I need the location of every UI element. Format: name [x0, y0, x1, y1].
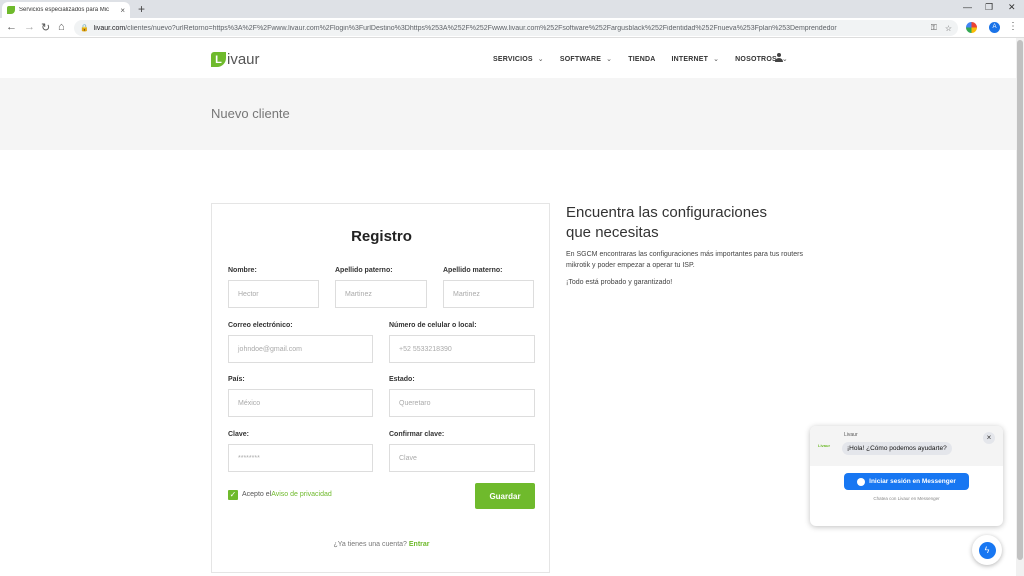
- chat-footer: Chatea con Livaur en Messenger: [873, 496, 940, 501]
- back-arrow-icon[interactable]: ←: [6, 21, 17, 33]
- tab-title: Servicios especializados para Mic: [19, 7, 110, 13]
- password-field[interactable]: ********: [228, 444, 373, 472]
- nav-internet[interactable]: INTERNET ⌄: [671, 55, 720, 64]
- apellido-paterno-label: Apellido paterno:: [335, 267, 393, 274]
- country-field[interactable]: México: [228, 389, 373, 417]
- clave-label: Clave:: [228, 431, 250, 438]
- celular-label: Número de celular o local:: [389, 322, 477, 329]
- login-prompt: ¿Ya tienes una cuenta? Entrar: [333, 541, 430, 548]
- browser-tab[interactable]: Servicios especializados para Mic ×: [2, 2, 130, 18]
- extension-icon[interactable]: [966, 22, 977, 33]
- messenger-login-button[interactable]: Iniciar sesión en Messenger: [844, 473, 969, 490]
- page-banner: Nuevo cliente: [0, 78, 1016, 150]
- registration-form: Registro Nombre: Hector Apellido paterno…: [211, 203, 550, 573]
- privacy-checkbox[interactable]: ✓: [228, 490, 238, 500]
- pais-label: País:: [228, 376, 245, 383]
- nav-tienda[interactable]: TIENDA: [628, 55, 655, 63]
- messenger-icon: ϟ: [978, 541, 996, 559]
- save-button[interactable]: Guardar: [475, 483, 535, 509]
- chat-page-name: Livaur: [844, 432, 858, 438]
- site-header: L ivaur SERVICIOS ⌄ SOFTWARE ⌄ TIENDA INTE…: [0, 38, 1016, 78]
- key-icon[interactable]: ⚿: [931, 23, 937, 33]
- privacy-link[interactable]: Aviso de privacidad: [271, 491, 332, 498]
- window-close-icon[interactable]: ✕: [1008, 2, 1016, 13]
- nombre-label: Nombre:: [228, 267, 257, 274]
- chat-header: Livaur Livaur ¡Hola! ¿Cómo podemos ayuda…: [810, 426, 1003, 466]
- info-title: Encuentra las configuraciones que necesi…: [566, 204, 767, 241]
- nav-software[interactable]: SOFTWARE ⌄: [560, 55, 613, 64]
- correo-label: Correo electrónico:: [228, 322, 293, 329]
- chat-greeting: ¡Hola! ¿Cómo podemos ayudarte?: [842, 442, 952, 455]
- login-link[interactable]: Entrar: [409, 541, 430, 548]
- browser-toolbar: ← → ↻ ⌂ 🔒 livaur.com/clientes/nuevo?urlR…: [0, 18, 1024, 38]
- profile-avatar[interactable]: A: [989, 22, 1000, 33]
- reload-icon[interactable]: ↻: [41, 21, 50, 34]
- confirm-password-field[interactable]: Clave: [389, 444, 535, 472]
- apellido-materno-label: Apellido materno:: [443, 267, 503, 274]
- page-scrollbar[interactable]: [1016, 38, 1024, 576]
- browser-tab-bar: Servicios especializados para Mic × + — …: [0, 0, 1024, 18]
- form-title: Registro: [351, 228, 412, 245]
- chevron-down-icon: ⌄: [537, 56, 544, 63]
- scrollbar-thumb[interactable]: [1017, 40, 1023, 560]
- page-title: Nuevo cliente: [211, 106, 290, 121]
- tab-close-icon[interactable]: ×: [120, 6, 125, 15]
- apellido-materno-input[interactable]: Martinez: [443, 280, 534, 308]
- site-favicon-icon: [7, 6, 15, 14]
- main-nav: SERVICIOS ⌄ SOFTWARE ⌄ TIENDA INTERNET ⌄ NO…: [493, 55, 804, 64]
- chevron-down-icon: ⌄: [606, 56, 613, 63]
- apellido-paterno-input[interactable]: Martinez: [335, 280, 427, 308]
- chat-close-icon[interactable]: ×: [983, 432, 995, 444]
- nav-servicios[interactable]: SERVICIOS ⌄: [493, 55, 544, 64]
- estado-label: Estado:: [389, 376, 415, 383]
- state-field[interactable]: Queretaro: [389, 389, 535, 417]
- browser-menu-icon[interactable]: ⋮: [1008, 21, 1018, 32]
- bookmark-star-icon[interactable]: ☆: [945, 24, 952, 33]
- new-tab-button[interactable]: +: [138, 2, 145, 16]
- chat-page-avatar: Livaur: [818, 443, 831, 448]
- home-icon[interactable]: ⌂: [58, 21, 65, 33]
- minimize-icon[interactable]: —: [963, 2, 972, 12]
- checkmark-icon: ✓: [229, 490, 237, 499]
- nombre-input[interactable]: Hector: [228, 280, 319, 308]
- url-text: livaur.com/clientes/nuevo?urlRetorno=htt…: [93, 24, 837, 32]
- chevron-down-icon: ⌄: [713, 56, 720, 63]
- info-paragraph: En SGCM encontraras las configuraciones …: [566, 251, 803, 269]
- site-logo[interactable]: L ivaur: [211, 51, 260, 68]
- address-bar[interactable]: 🔒 livaur.com/clientes/nuevo?urlRetorno=h…: [74, 20, 958, 36]
- lock-icon: 🔒: [80, 25, 89, 32]
- messenger-icon: [857, 477, 866, 486]
- forward-arrow-icon[interactable]: →: [24, 21, 35, 33]
- messenger-chat-widget: Livaur Livaur ¡Hola! ¿Cómo podemos ayuda…: [810, 426, 1003, 526]
- logo-wordmark: ivaur: [227, 51, 260, 68]
- restore-icon[interactable]: ❐: [985, 2, 993, 13]
- privacy-label: Acepto elAviso de privacidad: [242, 491, 332, 498]
- email-field[interactable]: johndoe@gmail.com: [228, 335, 373, 363]
- phone-field[interactable]: +52 5533218390: [389, 335, 535, 363]
- logo-mark: L: [211, 52, 226, 67]
- messenger-fab[interactable]: ϟ: [972, 535, 1002, 565]
- info-guarantee: ¡Todo está probado y garantizado!: [566, 279, 673, 286]
- info-panel: Encuentra las configuraciones que necesi…: [566, 203, 816, 288]
- user-icon[interactable]: [775, 53, 783, 62]
- confirmar-label: Confirmar clave:: [389, 431, 445, 438]
